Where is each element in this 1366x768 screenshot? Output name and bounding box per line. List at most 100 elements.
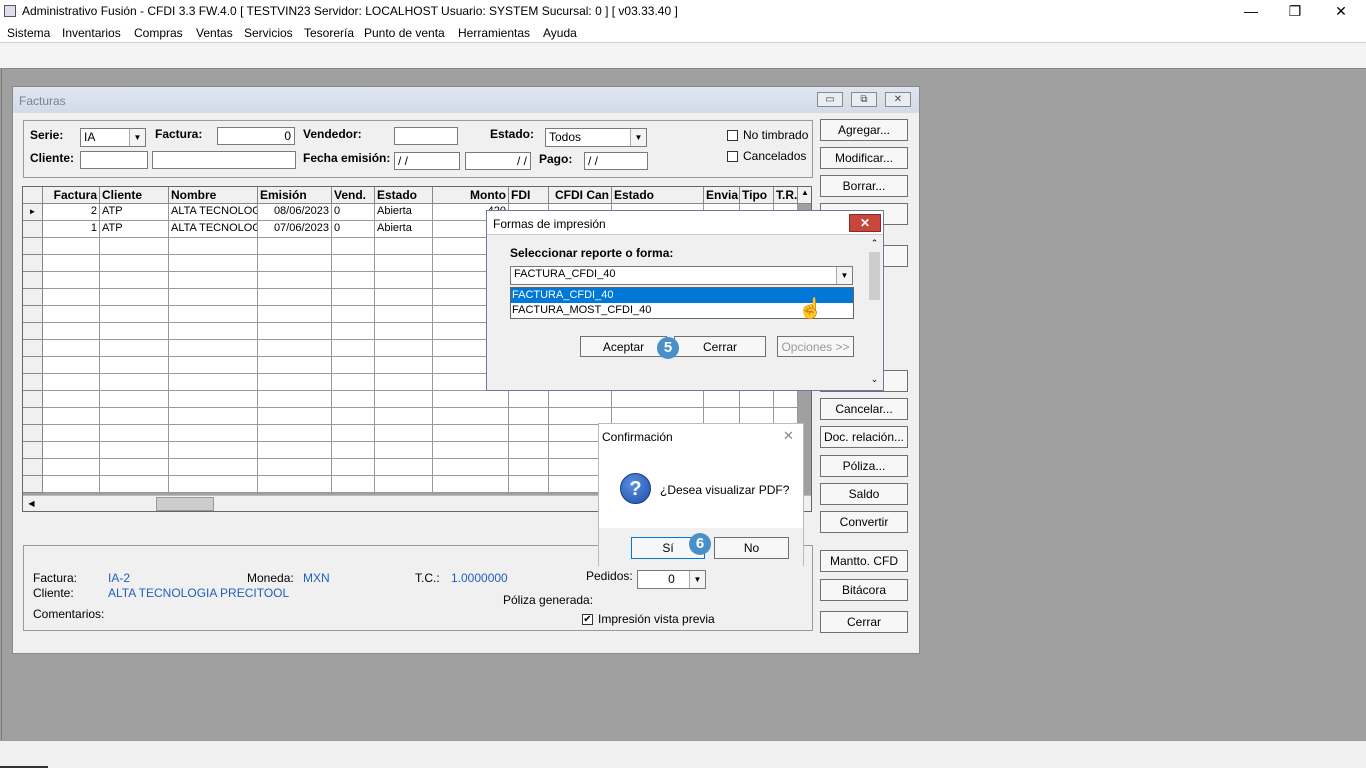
menu-ayuda[interactable]: Ayuda bbox=[543, 26, 577, 40]
table-cell[interactable] bbox=[43, 476, 100, 493]
table-cell[interactable] bbox=[258, 306, 332, 323]
table-cell[interactable] bbox=[433, 425, 509, 442]
table-cell[interactable] bbox=[549, 391, 612, 408]
table-cell[interactable] bbox=[169, 238, 258, 255]
vendedor-input[interactable] bbox=[394, 127, 458, 145]
table-cell[interactable] bbox=[43, 340, 100, 357]
row-header[interactable] bbox=[23, 476, 43, 493]
table-cell[interactable] bbox=[258, 323, 332, 340]
table-cell[interactable] bbox=[612, 391, 704, 408]
table-cell[interactable] bbox=[258, 255, 332, 272]
table-cell[interactable] bbox=[332, 238, 375, 255]
table-cell[interactable] bbox=[375, 238, 433, 255]
table-cell[interactable] bbox=[433, 408, 509, 425]
table-cell[interactable] bbox=[332, 272, 375, 289]
table-cell[interactable] bbox=[169, 374, 258, 391]
table-cell[interactable] bbox=[509, 459, 549, 476]
table-cell[interactable] bbox=[375, 306, 433, 323]
table-cell[interactable] bbox=[100, 391, 169, 408]
table-cell[interactable] bbox=[332, 255, 375, 272]
table-cell[interactable] bbox=[43, 442, 100, 459]
agregar-button[interactable]: Agregar... bbox=[820, 119, 908, 141]
table-cell[interactable] bbox=[375, 289, 433, 306]
table-cell[interactable]: ALTA TECNOLOG bbox=[169, 221, 258, 238]
table-cell[interactable]: 1 bbox=[43, 221, 100, 238]
vertical-scrollbar[interactable]: ⌃ ⌄ bbox=[867, 236, 882, 390]
table-cell[interactable] bbox=[375, 272, 433, 289]
chevron-down-icon[interactable]: ▼ bbox=[836, 267, 852, 284]
minimize-icon[interactable]: ▭ bbox=[817, 92, 843, 107]
factura-input[interactable]: 0 bbox=[217, 127, 295, 145]
row-header[interactable] bbox=[23, 408, 43, 425]
table-cell[interactable] bbox=[509, 476, 549, 493]
table-cell[interactable] bbox=[169, 476, 258, 493]
poliza-button[interactable]: Póliza... bbox=[820, 455, 908, 477]
table-cell[interactable] bbox=[100, 323, 169, 340]
table-cell[interactable] bbox=[332, 391, 375, 408]
table-cell[interactable] bbox=[258, 459, 332, 476]
row-header[interactable] bbox=[23, 238, 43, 255]
table-cell[interactable] bbox=[43, 306, 100, 323]
table-cell[interactable] bbox=[509, 391, 549, 408]
table-cell[interactable] bbox=[43, 425, 100, 442]
menu-compras[interactable]: Compras bbox=[134, 26, 183, 40]
impresion-checkbox[interactable]: ✔ bbox=[582, 614, 593, 625]
table-cell[interactable] bbox=[43, 357, 100, 374]
table-cell[interactable] bbox=[169, 425, 258, 442]
menu-sistema[interactable]: Sistema bbox=[7, 26, 50, 40]
close-icon[interactable]: ✕ bbox=[783, 428, 794, 444]
table-cell[interactable] bbox=[169, 408, 258, 425]
table-cell[interactable] bbox=[509, 425, 549, 442]
table-cell[interactable] bbox=[100, 408, 169, 425]
table-cell[interactable] bbox=[332, 374, 375, 391]
fecha-desde-input[interactable]: / / bbox=[394, 152, 460, 170]
pago-input[interactable]: / / bbox=[584, 152, 648, 170]
table-cell[interactable] bbox=[332, 323, 375, 340]
table-cell[interactable] bbox=[100, 374, 169, 391]
opciones-button[interactable]: Opciones >> bbox=[777, 336, 854, 357]
table-cell[interactable] bbox=[433, 391, 509, 408]
table-cell[interactable] bbox=[100, 255, 169, 272]
table-cell[interactable] bbox=[169, 272, 258, 289]
col-header[interactable]: Emisión bbox=[258, 187, 332, 204]
row-header[interactable] bbox=[23, 221, 43, 238]
table-cell[interactable] bbox=[258, 391, 332, 408]
table-cell[interactable] bbox=[258, 272, 332, 289]
menu-tesoreria[interactable]: Tesorería bbox=[304, 26, 354, 40]
table-cell[interactable] bbox=[258, 340, 332, 357]
table-cell[interactable] bbox=[433, 442, 509, 459]
table-cell[interactable] bbox=[375, 459, 433, 476]
table-cell[interactable] bbox=[43, 289, 100, 306]
table-cell[interactable] bbox=[740, 391, 774, 408]
table-cell[interactable] bbox=[169, 391, 258, 408]
table-cell[interactable] bbox=[774, 391, 798, 408]
col-header[interactable]: CFDI Can bbox=[549, 187, 612, 204]
row-header[interactable] bbox=[23, 306, 43, 323]
col-header[interactable]: Estado bbox=[375, 187, 433, 204]
table-cell[interactable] bbox=[100, 442, 169, 459]
no-timbrado-checkbox[interactable] bbox=[727, 130, 738, 141]
cliente-input[interactable] bbox=[80, 151, 148, 169]
col-header[interactable]: Vend. bbox=[332, 187, 375, 204]
cerrar-button[interactable]: Cerrar bbox=[674, 336, 766, 357]
table-cell[interactable] bbox=[375, 476, 433, 493]
table-cell[interactable] bbox=[332, 476, 375, 493]
cliente-nombre-input[interactable] bbox=[152, 151, 296, 169]
table-cell[interactable] bbox=[169, 340, 258, 357]
table-cell[interactable] bbox=[332, 289, 375, 306]
row-header[interactable] bbox=[23, 289, 43, 306]
cancelados-checkbox[interactable] bbox=[727, 151, 738, 162]
scroll-left-icon[interactable]: ◀ bbox=[23, 496, 40, 511]
cancelar-button[interactable]: Cancelar... bbox=[820, 398, 908, 420]
minimize-icon[interactable]: — bbox=[1228, 0, 1274, 23]
table-cell[interactable] bbox=[375, 408, 433, 425]
row-header[interactable] bbox=[23, 357, 43, 374]
table-cell[interactable] bbox=[332, 306, 375, 323]
modificar-button[interactable]: Modificar... bbox=[820, 147, 908, 169]
table-cell[interactable] bbox=[332, 442, 375, 459]
table-cell[interactable]: 08/06/2023 bbox=[258, 204, 332, 221]
table-cell[interactable] bbox=[375, 357, 433, 374]
estado-select[interactable]: Todos ▼ bbox=[545, 128, 647, 147]
current-row-marker-icon[interactable]: ► bbox=[23, 204, 43, 221]
scrollbar-thumb[interactable] bbox=[156, 497, 214, 511]
